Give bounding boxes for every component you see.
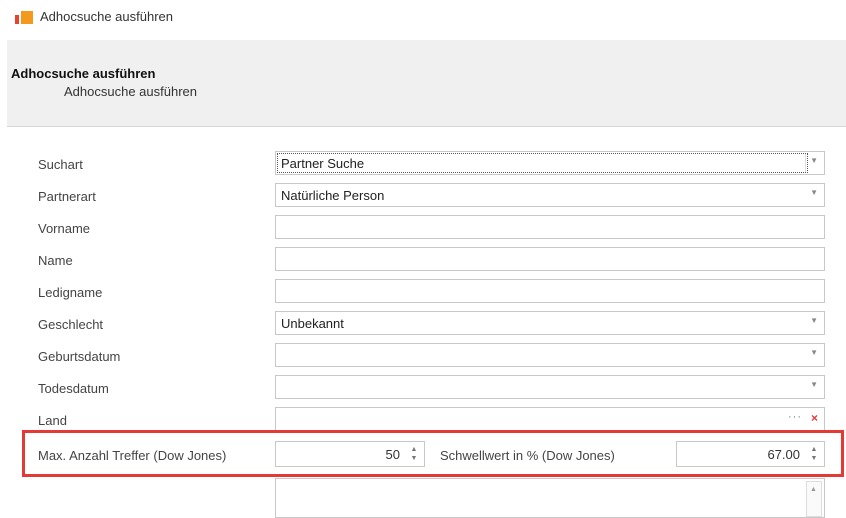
- chevron-down-icon[interactable]: ▼: [810, 380, 818, 389]
- partnerart-value: Natürliche Person: [281, 188, 385, 203]
- geschlecht-label: Geschlecht: [38, 317, 104, 332]
- suchart-value: Partner Suche: [281, 156, 365, 171]
- ledigname-label: Ledigname: [38, 285, 103, 300]
- chevron-down-icon[interactable]: ▼: [810, 316, 818, 325]
- name-label: Name: [38, 253, 73, 268]
- max-hits-spinner[interactable]: 50 ▲ ▼: [275, 441, 425, 467]
- todesdatum-label: Todesdatum: [38, 381, 109, 396]
- page-header: Adhocsuche ausführen Adhocsuche ausführe…: [7, 40, 846, 127]
- partnerart-dropdown[interactable]: Natürliche Person ▼: [275, 183, 825, 207]
- geschlecht-value: Unbekannt: [281, 316, 344, 331]
- todesdatum-dropdown[interactable]: ▼: [275, 375, 825, 399]
- geburtsdatum-label: Geburtsdatum: [38, 349, 121, 364]
- chevron-down-icon[interactable]: ▼: [810, 188, 818, 197]
- clear-icon[interactable]: ×: [811, 411, 818, 425]
- scrollbar[interactable]: ▲: [806, 481, 822, 517]
- window-title: Adhocsuche ausführen: [40, 9, 173, 24]
- ellipsis-icon[interactable]: ···: [788, 411, 802, 423]
- geschlecht-dropdown[interactable]: Unbekannt ▼: [275, 311, 825, 335]
- title-bar: Adhocsuche ausführen: [0, 0, 846, 34]
- chevron-down-icon[interactable]: ▼: [810, 348, 818, 357]
- memo-field[interactable]: ▲: [275, 478, 825, 518]
- land-label: Land: [38, 413, 67, 428]
- suchart-dropdown[interactable]: Partner Suche ▼: [275, 151, 825, 175]
- page-subtitle: Adhocsuche ausführen: [64, 84, 197, 99]
- up-down-icon[interactable]: ▲ ▼: [810, 445, 818, 463]
- geburtsdatum-dropdown[interactable]: ▼: [275, 343, 825, 367]
- page-title: Adhocsuche ausführen: [11, 66, 156, 81]
- max-hits-label: Max. Anzahl Treffer (Dow Jones): [38, 448, 227, 463]
- partnerart-label: Partnerart: [38, 189, 96, 204]
- scroll-up-icon[interactable]: ▲: [810, 486, 817, 493]
- land-lookup[interactable]: ··· ×: [275, 407, 825, 431]
- threshold-spinner[interactable]: 67.00 ▲ ▼: [676, 441, 825, 467]
- app-logo-icon: [15, 11, 33, 24]
- vorname-label: Vorname: [38, 221, 91, 236]
- chevron-down-icon[interactable]: ▼: [810, 156, 818, 165]
- threshold-value: 67.00: [767, 447, 800, 462]
- suchart-label: Suchart: [38, 157, 83, 172]
- threshold-label: Schwellwert in % (Dow Jones): [440, 448, 615, 463]
- ledigname-input[interactable]: [275, 279, 825, 303]
- max-hits-value: 50: [385, 447, 400, 462]
- up-down-icon[interactable]: ▲ ▼: [410, 445, 418, 463]
- name-input[interactable]: [275, 247, 825, 271]
- vorname-input[interactable]: [275, 215, 825, 239]
